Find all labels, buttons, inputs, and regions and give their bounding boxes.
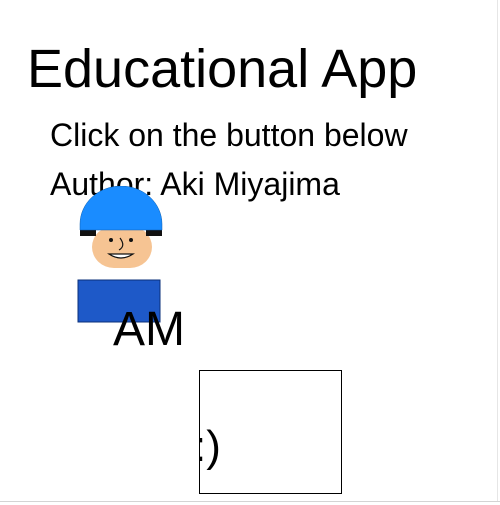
smile-button-label: :)	[200, 422, 221, 471]
right-divider	[497, 0, 498, 502]
left-eye	[109, 238, 113, 242]
instruction-text: Click on the button below	[50, 117, 408, 153]
bottom-divider	[0, 501, 500, 502]
page-title: Educational App	[27, 39, 418, 99]
smile-button[interactable]: :)	[199, 370, 342, 494]
author-initials: AM	[113, 303, 185, 356]
right-eye	[129, 238, 133, 242]
hair-left	[80, 230, 96, 236]
cap-shape	[79, 186, 163, 231]
hair-right	[146, 230, 162, 236]
